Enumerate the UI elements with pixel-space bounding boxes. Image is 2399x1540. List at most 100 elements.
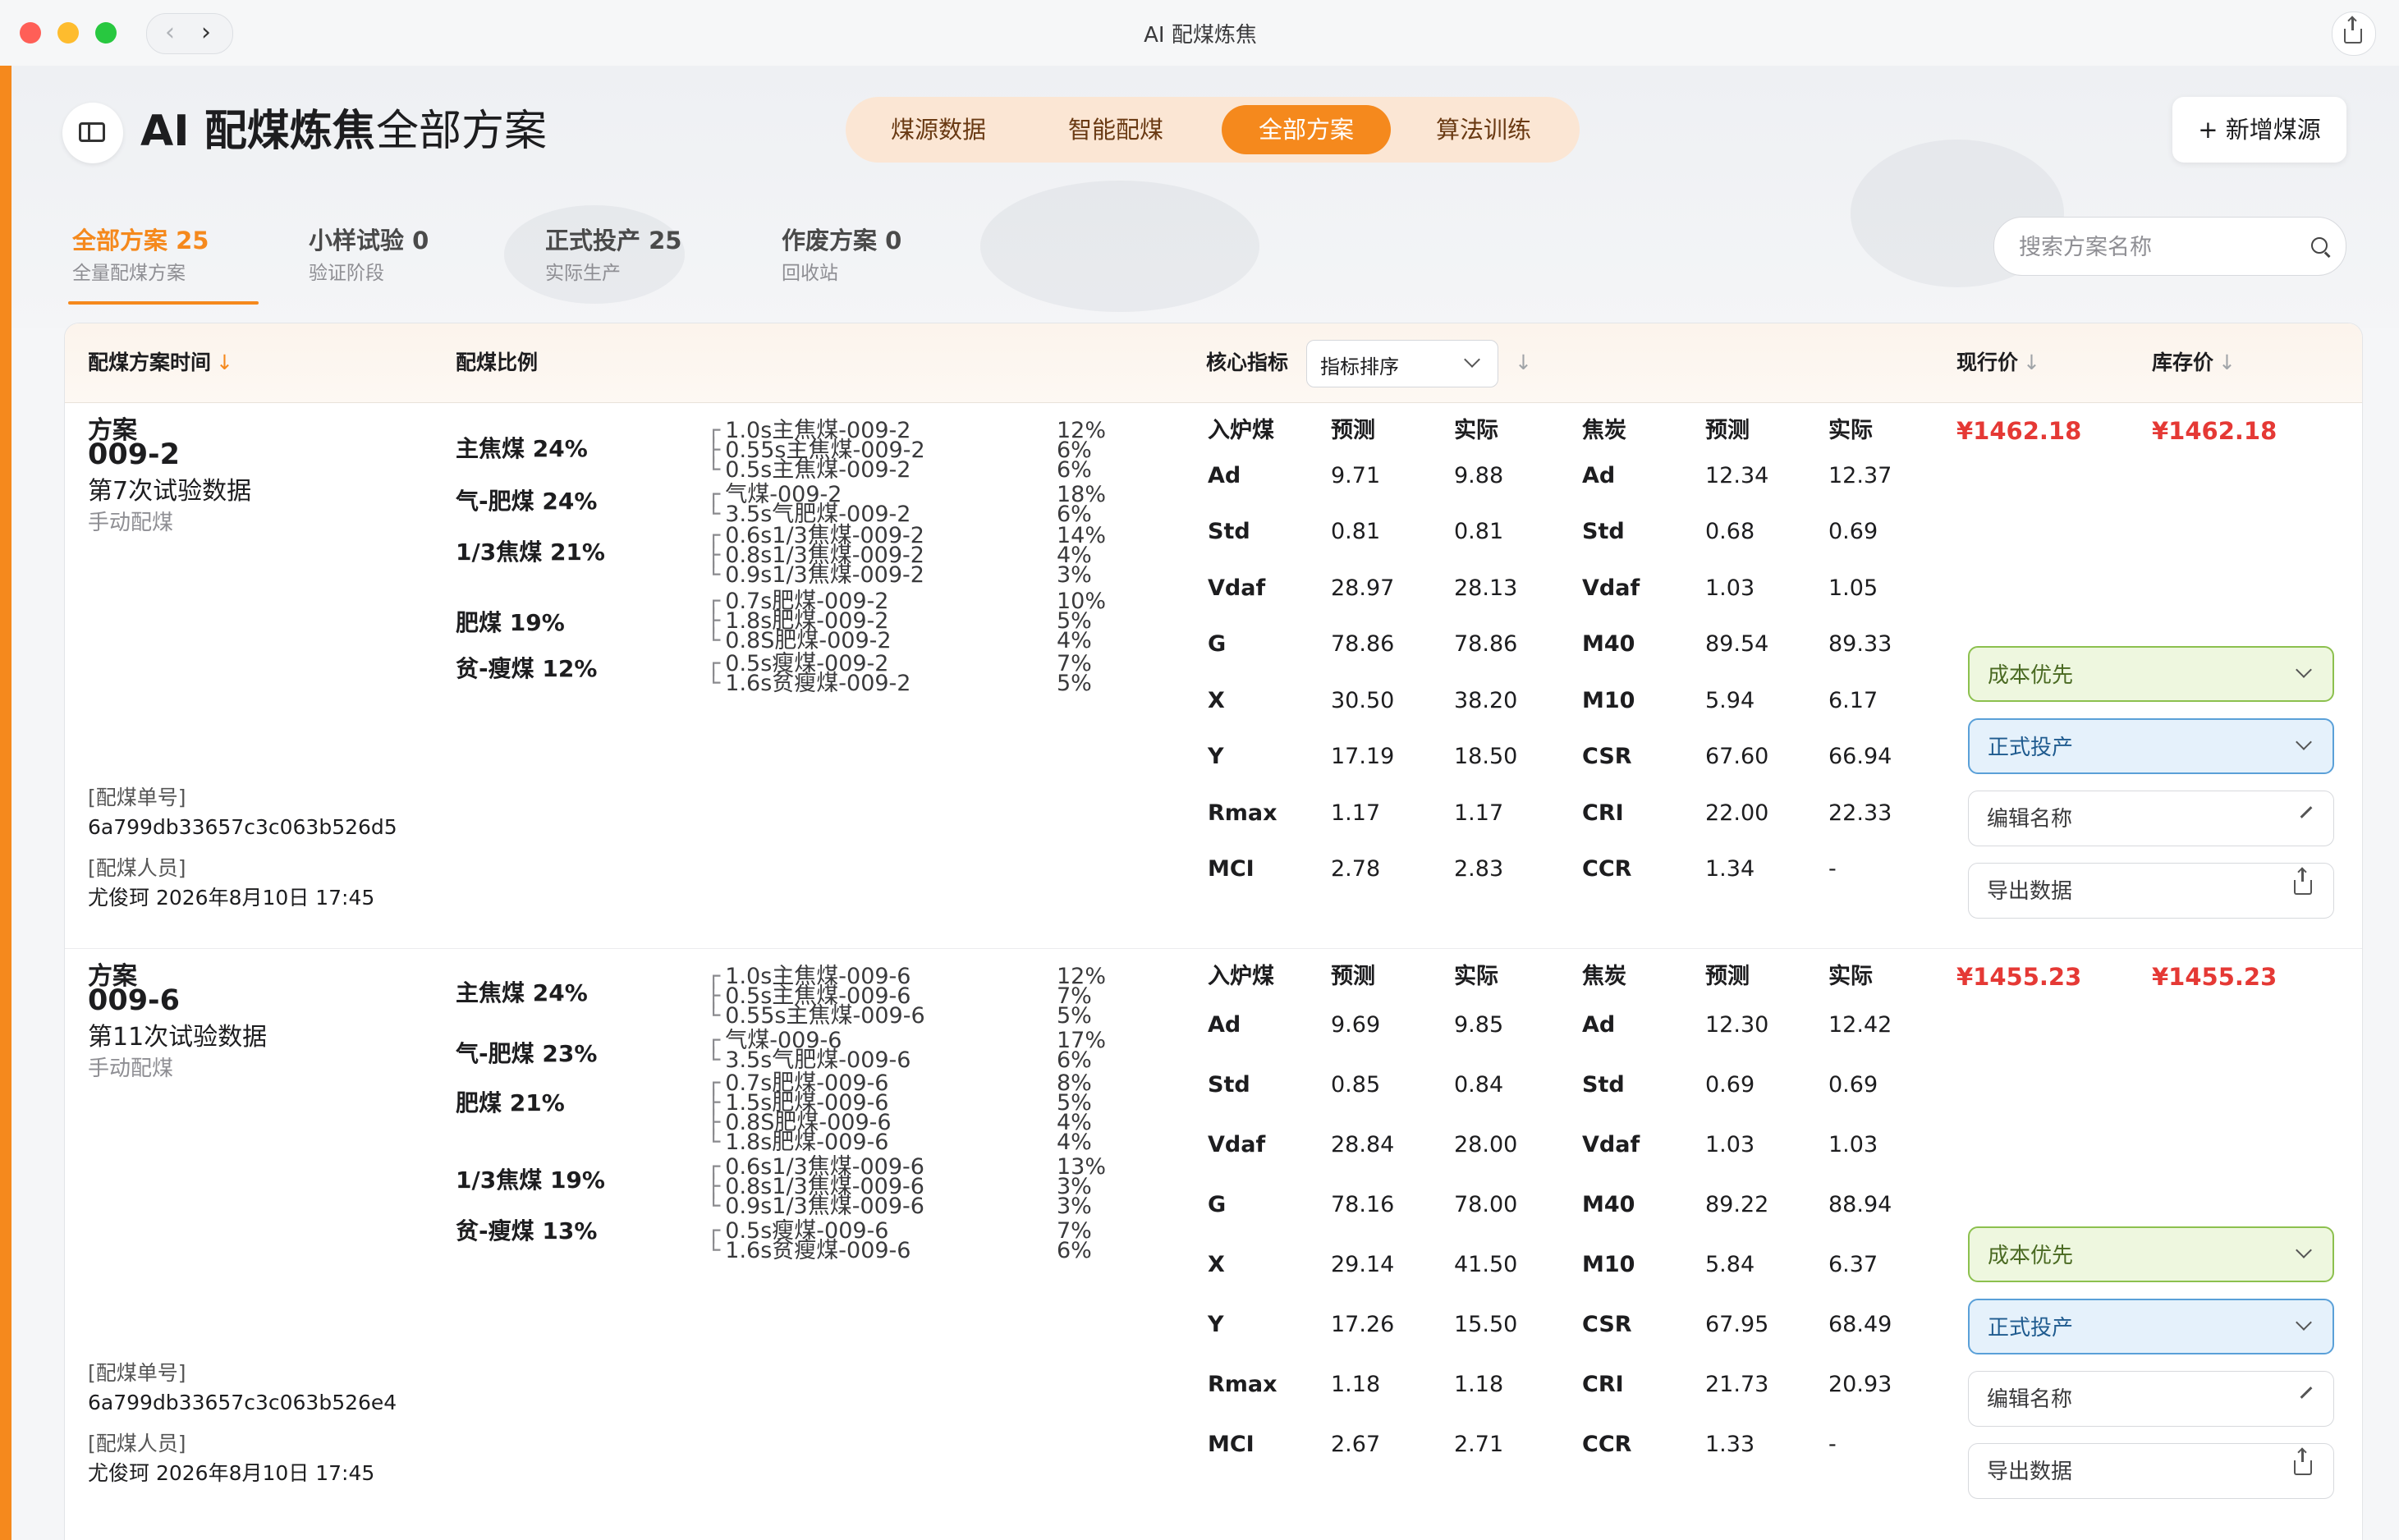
pencil-icon	[2300, 1386, 2313, 1399]
metric-column-header: 实际	[1828, 964, 1873, 989]
column-ratio: 配煤比例	[456, 351, 539, 374]
stock-price: ¥1455.23	[2152, 963, 2277, 991]
metric-value: 1.18	[1454, 1372, 1504, 1397]
metric-value: 1.34	[1705, 856, 1755, 882]
metric-name: CSR	[1582, 1312, 1632, 1337]
metric-value: 1.33	[1705, 1432, 1755, 1457]
export-data-button[interactable]: 导出数据	[1968, 863, 2334, 919]
search-input[interactable]	[2017, 226, 2300, 268]
filter-tab-trial[interactable]: 小样试验 0 验证阶段	[309, 226, 429, 286]
column-current-price[interactable]: 现行价 ↓	[1956, 348, 2040, 378]
coal-group-name: 贫-瘦煤 12%	[456, 655, 598, 682]
sort-direction-button[interactable]: ↓	[1510, 348, 1532, 378]
metric-name: Std	[1208, 1072, 1250, 1098]
chevron-down-icon	[1464, 351, 1480, 368]
metric-value: 9.69	[1331, 1012, 1381, 1038]
metric-name: M40	[1582, 1192, 1635, 1217]
table-row[interactable]: 方案 009-2 第7次试验数据 手动配煤 [配煤单号] 6a799db33657c3c0…	[65, 403, 2362, 948]
sort-arrow-icon: ↓	[1515, 351, 1532, 374]
metric-value: 1.17	[1454, 800, 1504, 826]
tab-smart-blend[interactable]: 智能配煤	[1031, 105, 1200, 154]
metric-name: CRI	[1582, 1372, 1624, 1397]
metric-value: 9.85	[1454, 1012, 1504, 1038]
tab-algorithm-training[interactable]: 算法训练	[1399, 105, 1568, 154]
tab-coal-data[interactable]: 煤源数据	[854, 105, 1023, 154]
forward-icon[interactable]: ›	[201, 20, 211, 46]
edit-name-button[interactable]: 编辑名称	[1968, 791, 2334, 846]
close-window-button[interactable]	[20, 22, 41, 44]
metric-value: 20.93	[1828, 1372, 1892, 1397]
add-coal-source-button[interactable]: + 新增煤源	[2172, 97, 2346, 163]
metric-value: 67.60	[1705, 744, 1769, 769]
metric-value: 30.50	[1331, 688, 1395, 713]
metric-value: 1.03	[1705, 575, 1755, 601]
coal-source-name: 1.6s贫瘦煤-009-2	[725, 671, 911, 696]
staff-info: 尤俊珂 2026年8月10日 17:45	[88, 886, 375, 910]
plan-trial: 第11次试验数据	[88, 1023, 268, 1052]
staff-label: [配煤人员]	[88, 856, 186, 880]
metric-value: 0.85	[1331, 1072, 1381, 1098]
metric-value: 2.67	[1331, 1432, 1381, 1457]
search-box	[1993, 217, 2346, 276]
metric-name: MCI	[1208, 1432, 1255, 1457]
plan-id: 009-6	[88, 984, 180, 1017]
strategy-select[interactable]: 成本优先	[1968, 1226, 2334, 1282]
metric-value: 2.71	[1454, 1432, 1504, 1457]
metric-value: 0.69	[1705, 1072, 1755, 1098]
share-button[interactable]	[2332, 11, 2376, 56]
metric-value: 18.50	[1454, 744, 1518, 769]
metric-value: 0.69	[1828, 1072, 1878, 1098]
metric-value: 17.26	[1331, 1312, 1395, 1337]
metric-value: 78.86	[1331, 631, 1395, 657]
metric-value: 28.84	[1331, 1132, 1395, 1157]
plan-id: 009-2	[88, 438, 180, 471]
metric-value: 78.16	[1331, 1192, 1395, 1217]
status-select[interactable]: 正式投产	[1968, 718, 2334, 774]
accent-stripe	[0, 66, 11, 1540]
metric-value: 89.54	[1705, 631, 1769, 657]
window-titlebar: ‹ › AI 配煤炼焦	[0, 0, 2399, 66]
filter-tab-all[interactable]: 全部方案 25 全量配煤方案	[72, 226, 209, 286]
column-stock-price[interactable]: 库存价 ↓	[2152, 348, 2236, 378]
minimize-window-button[interactable]	[57, 22, 79, 44]
metric-column-header: 入炉煤	[1208, 418, 1274, 443]
back-icon[interactable]: ‹	[165, 20, 175, 46]
chevron-down-icon	[2296, 1314, 2312, 1331]
metric-value: 28.97	[1331, 575, 1395, 601]
metric-name: X	[1208, 688, 1225, 713]
metric-column-header: 预测	[1705, 964, 1750, 989]
export-data-button-label: 导出数据	[1987, 1460, 2073, 1484]
column-core-metrics: 核心指标	[1206, 351, 1289, 374]
sort-arrow-icon: ↓	[2218, 351, 2236, 374]
pencil-icon	[2300, 806, 2313, 818]
metric-column-header: 入炉煤	[1208, 964, 1274, 989]
zoom-window-button[interactable]	[95, 22, 117, 44]
metric-name: CRI	[1582, 800, 1624, 826]
coal-group-name: 气-肥煤 24%	[456, 488, 598, 515]
metric-value: 22.33	[1828, 800, 1892, 826]
decor-blob	[980, 181, 1259, 312]
status-select[interactable]: 正式投产	[1968, 1299, 2334, 1354]
search-icon[interactable]	[2311, 237, 2328, 254]
metric-name: Vdaf	[1208, 575, 1266, 601]
main-nav-tabs: 煤源数据 智能配煤 全部方案 算法训练	[846, 97, 1580, 163]
filter-tab-production[interactable]: 正式投产 25 实际生产	[545, 226, 681, 286]
filter-tab-title: 正式投产 25	[545, 227, 682, 254]
table-row[interactable]: 方案 009-6 第11次试验数据 手动配煤 [配煤单号] 6a799db33657c3c…	[65, 948, 2362, 1532]
metric-value: 38.20	[1454, 688, 1518, 713]
metric-value: -	[1828, 1432, 1837, 1457]
metric-sort-select[interactable]: 指标排序	[1306, 340, 1498, 387]
order-no-label: [配煤单号]	[88, 1361, 186, 1385]
column-time[interactable]: 配煤方案时间 ↓	[88, 348, 233, 378]
strategy-select[interactable]: 成本优先	[1968, 646, 2334, 702]
filter-tab-discarded[interactable]: 作废方案 0 回收站	[782, 226, 901, 286]
sidebar-toggle-button[interactable]	[62, 103, 123, 163]
metric-name: Vdaf	[1582, 575, 1640, 601]
strategy-select-label: 成本优先	[1988, 1244, 2074, 1268]
edit-name-button[interactable]: 编辑名称	[1968, 1371, 2334, 1427]
plan-mode: 手动配煤	[88, 1056, 174, 1081]
metric-value: 12.34	[1705, 463, 1769, 488]
tab-all-plans[interactable]: 全部方案	[1222, 105, 1391, 154]
export-data-button[interactable]: 导出数据	[1968, 1443, 2334, 1499]
share-icon	[2294, 869, 2312, 895]
